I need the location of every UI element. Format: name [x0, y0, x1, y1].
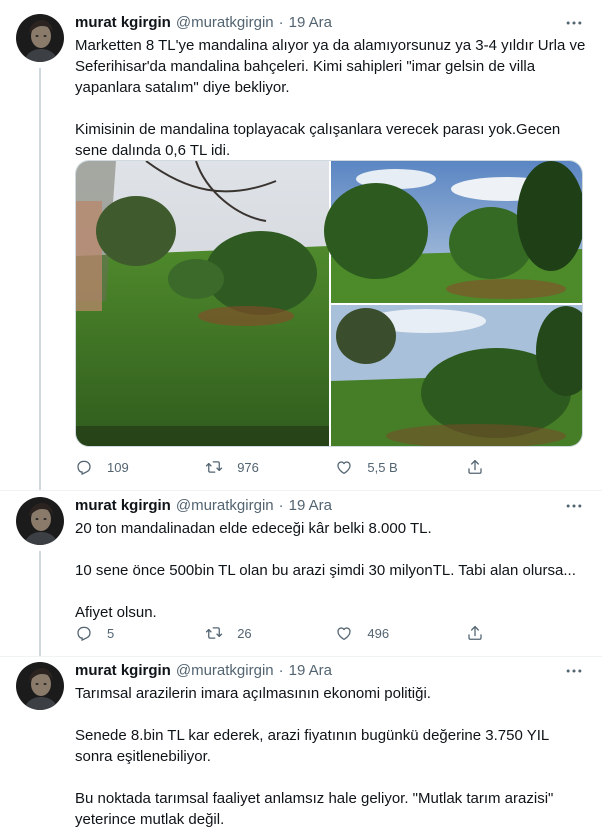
- author-handle[interactable]: @muratkgirgin: [176, 496, 274, 516]
- thread-line: [39, 551, 41, 656]
- tweet-date[interactable]: 19 Ara: [289, 496, 332, 516]
- reply-button[interactable]: 5: [75, 623, 205, 643]
- like-count: 496: [367, 625, 390, 641]
- tweet-actions: 109 976 5,5 B: [75, 457, 505, 477]
- reply-count: 5: [107, 625, 115, 641]
- photo-left[interactable]: [76, 161, 329, 447]
- like-button[interactable]: 496: [335, 623, 465, 643]
- share-button[interactable]: [466, 457, 505, 477]
- more-icon[interactable]: [564, 661, 584, 681]
- tweet-date[interactable]: 19 Ara: [289, 661, 332, 681]
- like-icon: [337, 627, 352, 641]
- retweet-icon: [206, 461, 223, 473]
- avatar[interactable]: [16, 497, 64, 545]
- photo-bottom-right[interactable]: [331, 305, 583, 447]
- reply-icon: [77, 460, 91, 475]
- like-count: 5,5 B: [367, 459, 398, 475]
- author-name[interactable]: murat kgirgin: [75, 661, 171, 681]
- author-name[interactable]: murat kgirgin: [75, 13, 171, 33]
- reply-button[interactable]: 109: [75, 457, 205, 477]
- more-icon[interactable]: [564, 496, 584, 516]
- media-grid: [75, 160, 583, 447]
- author-handle[interactable]: @muratkgirgin: [176, 661, 274, 681]
- share-icon: [467, 459, 482, 474]
- retweet-button[interactable]: 26: [205, 623, 335, 643]
- avatar[interactable]: [16, 662, 64, 710]
- tweet-text: Tarımsal arazilerin imara açılmasının ek…: [75, 685, 554, 828]
- thread-line: [39, 68, 41, 490]
- share-button[interactable]: [466, 623, 505, 643]
- like-button[interactable]: 5,5 B: [335, 457, 465, 477]
- tweet-header: murat kgirgin @muratkgirgin · 19 Ara: [75, 496, 588, 516]
- share-icon: [467, 625, 482, 640]
- author-handle[interactable]: @muratkgirgin: [176, 13, 274, 33]
- tweet-3[interactable]: murat kgirgin @muratkgirgin · 19 Ara Tar…: [0, 657, 602, 828]
- avatar[interactable]: [16, 14, 64, 62]
- reply-icon: [77, 626, 91, 641]
- tweet-header: murat kgirgin @muratkgirgin · 19 Ara: [75, 661, 588, 681]
- separator-dot: ·: [278, 662, 284, 679]
- tweet-text: Marketten 8 TL'ye mandalina alıyor ya da…: [75, 37, 586, 159]
- tweet-1[interactable]: murat kgirgin @muratkgirgin · 19 Ara Mar…: [0, 0, 602, 490]
- retweet-icon: [206, 627, 223, 639]
- separator-dot: ·: [278, 14, 284, 31]
- retweet-count: 26: [237, 625, 252, 641]
- tweet-actions: 5 26 496: [75, 623, 505, 643]
- reply-count: 109: [107, 459, 129, 475]
- like-icon: [337, 461, 352, 475]
- tweet-text: 20 ton mandalinadan elde edeceği kâr bel…: [75, 520, 576, 621]
- author-name[interactable]: murat kgirgin: [75, 496, 171, 516]
- retweet-count: 976: [237, 459, 259, 475]
- tweet-header: murat kgirgin @muratkgirgin · 19 Ara: [75, 13, 588, 33]
- more-icon[interactable]: [564, 13, 584, 33]
- tweet-date[interactable]: 19 Ara: [289, 13, 332, 33]
- photo-top-right[interactable]: [324, 161, 583, 303]
- retweet-button[interactable]: 976: [205, 457, 335, 477]
- separator-dot: ·: [278, 497, 284, 514]
- tweet-2[interactable]: murat kgirgin @muratkgirgin · 19 Ara 20 …: [0, 491, 602, 656]
